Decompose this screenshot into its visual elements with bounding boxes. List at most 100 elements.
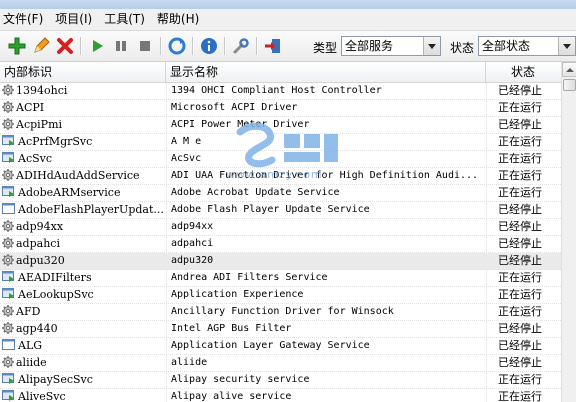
service-status: 已经停止 — [498, 254, 542, 267]
table-row[interactable]: adpu320 adpu320 已经停止 — [0, 253, 561, 270]
gear-icon — [2, 84, 14, 99]
service-display-name: aliide — [171, 357, 208, 368]
gear-icon — [2, 101, 14, 116]
menu-bar: 文件(F) 项目(I) 工具(T) 帮助(H) — [0, 9, 576, 31]
service-id-cell: adp94xx — [2, 219, 165, 235]
gear-icon — [2, 356, 14, 371]
status-select[interactable]: 全部状态 — [478, 36, 576, 56]
service-id: AEADIFilters — [18, 271, 92, 284]
delete-icon[interactable] — [54, 35, 76, 57]
service-display-name: ACPI Power Meter Driver — [171, 119, 310, 130]
service-display-name: adpahci — [171, 238, 214, 249]
service-status: 正在运行 — [498, 152, 542, 165]
table-row[interactable]: AcSvc AcSvc 正在运行 — [0, 151, 561, 168]
toolbar: 类型 全部服务 状态 全部状态 — [0, 31, 576, 62]
toolbar-separator — [80, 37, 82, 55]
window-icon — [2, 339, 16, 354]
table-row[interactable]: 1394ohci 1394 OHCI Compliant Host Control… — [0, 83, 561, 100]
service-id-cell: AFD — [2, 304, 165, 320]
menu-help[interactable]: 帮助(H) — [154, 9, 208, 30]
exit-icon[interactable] — [262, 35, 284, 57]
type-label: 类型 — [313, 41, 338, 55]
menu-tools[interactable]: 工具(T) — [101, 9, 154, 30]
scroll-up-button[interactable] — [562, 62, 576, 77]
service-status: 正在运行 — [498, 373, 542, 386]
table-row[interactable]: AcpiPmi ACPI Power Meter Driver 已经停止 — [0, 117, 561, 134]
vertical-scrollbar[interactable] — [561, 62, 576, 402]
table-row[interactable]: aliide aliide 已经停止 — [0, 355, 561, 372]
service-id-cell: AliveSvc — [2, 389, 165, 402]
service-status: 已经停止 — [498, 322, 542, 335]
service-display-name: 1394 OHCI Compliant Host Controller — [171, 85, 382, 96]
service-running-icon — [2, 135, 16, 150]
toolbar-separator — [192, 37, 194, 55]
table-row[interactable]: AlipaySecSvc Alipay security service 正在运行 — [0, 372, 561, 389]
watermark-text: www.amzy.com — [226, 168, 323, 181]
gear-icon — [2, 305, 14, 320]
service-display-name: Ancillary Function Driver for Winsock — [171, 306, 394, 317]
table-row[interactable]: adpahci adpahci 已经停止 — [0, 236, 561, 253]
add-icon[interactable] — [6, 35, 28, 57]
service-id: AliveSvc — [18, 390, 66, 402]
table-row[interactable]: AliveSvc Alipay alive service 正在运行 — [0, 389, 561, 402]
table-row[interactable]: AEADIFilters Andrea ADI Filters Service 正在… — [0, 270, 561, 287]
service-id: AdobeARMservice — [18, 186, 121, 199]
service-status: 正在运行 — [498, 186, 542, 199]
pause-icon[interactable] — [110, 35, 132, 57]
table-row[interactable]: AdobeFlashPlayerUpdat... Adobe Flash Play… — [0, 202, 561, 219]
table-row[interactable]: ACPI Microsoft ACPI Driver 正在运行 — [0, 100, 561, 117]
service-id: ACPI — [16, 101, 45, 114]
service-status: 已经停止 — [498, 356, 542, 369]
chevron-down-icon[interactable] — [558, 37, 575, 55]
menu-project[interactable]: 项目(I) — [52, 9, 101, 30]
window-icon — [2, 203, 16, 218]
table-row[interactable]: AdobeARMservice Adobe Acrobat Update Serv… — [0, 185, 561, 202]
service-id: AlipaySecSvc — [18, 373, 93, 386]
service-status: 已经停止 — [498, 339, 542, 352]
service-id: aliide — [16, 356, 47, 369]
service-status: 正在运行 — [498, 305, 542, 318]
refresh-icon[interactable] — [166, 35, 188, 57]
menu-file[interactable]: 文件(F) — [0, 9, 52, 30]
service-status: 已经停止 — [498, 84, 542, 97]
service-status: 正在运行 — [498, 271, 542, 284]
service-id-cell: aliide — [2, 355, 165, 371]
list-header: 内部标识 显示名称 状态 — [0, 62, 561, 83]
table-row[interactable]: AeLookupSvc Application Experience 正在运行 — [0, 287, 561, 304]
start-icon[interactable] — [86, 35, 108, 57]
service-id: agp440 — [16, 322, 58, 335]
table-row[interactable]: AcPrfMgrSvc A M e 正在运行 — [0, 134, 561, 151]
info-icon[interactable] — [198, 35, 220, 57]
title-bar-strip — [0, 0, 576, 9]
service-running-icon — [2, 288, 16, 303]
stop-icon[interactable] — [134, 35, 156, 57]
service-id-cell: adpahci — [2, 236, 165, 252]
service-id-cell: AeLookupSvc — [2, 287, 165, 303]
type-select[interactable]: 全部服务 — [341, 36, 441, 56]
table-row[interactable]: agp440 Intel AGP Bus Filter 已经停止 — [0, 321, 561, 338]
service-id: ADIHdAudAddService — [16, 169, 140, 182]
gear-icon — [2, 254, 14, 269]
scroll-thumb[interactable] — [563, 79, 576, 91]
service-display-name: Microsoft ACPI Driver — [171, 102, 298, 113]
gear-icon — [2, 237, 14, 252]
service-status: 已经停止 — [498, 203, 542, 216]
chevron-down-icon[interactable] — [423, 37, 440, 55]
column-header-id[interactable]: 内部标识 — [0, 62, 166, 82]
service-display-name: Alipay alive service — [171, 391, 292, 402]
service-id: AcSvc — [18, 152, 53, 165]
service-status: 已经停止 — [498, 118, 542, 131]
tools-icon[interactable] — [230, 35, 252, 57]
table-row[interactable]: AFD Ancillary Function Driver for Winsock… — [0, 304, 561, 321]
service-id-cell: AcSvc — [2, 151, 165, 167]
column-header-status[interactable]: 状态 — [486, 62, 561, 82]
table-row[interactable]: ALG Application Layer Gateway Service 已经停止 — [0, 338, 561, 355]
service-id-cell: AcPrfMgrSvc — [2, 134, 165, 150]
service-display-name: adpu320 — [171, 255, 214, 266]
service-id-cell: ALG — [2, 338, 165, 354]
column-header-name[interactable]: 显示名称 — [166, 62, 486, 82]
edit-icon[interactable] — [30, 35, 52, 57]
service-running-icon — [2, 373, 16, 388]
table-row[interactable]: adp94xx adp94xx 已经停止 — [0, 219, 561, 236]
service-id-cell: ACPI — [2, 100, 165, 116]
